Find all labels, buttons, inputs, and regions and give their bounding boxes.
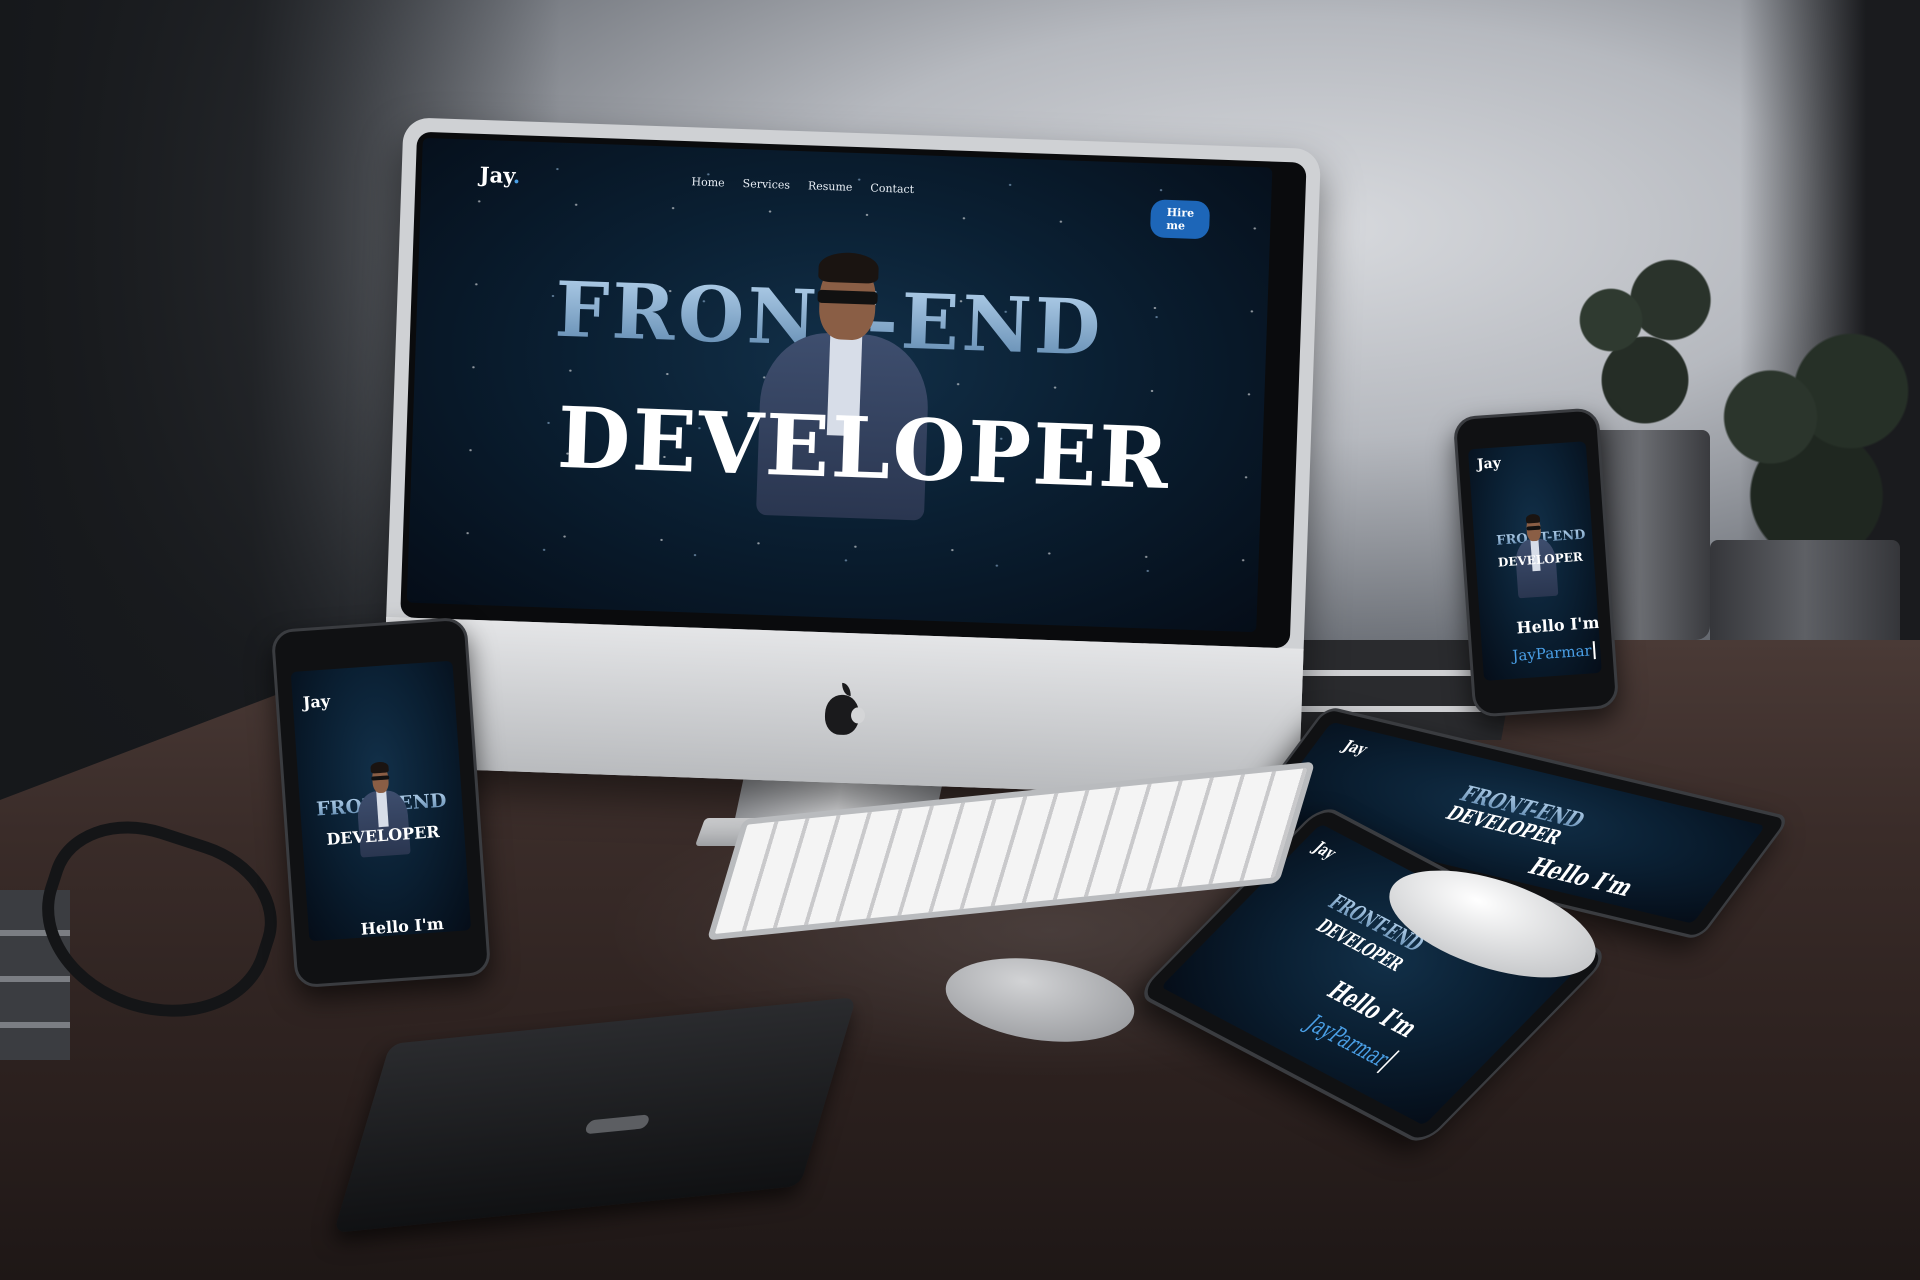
plant-right <box>1690 300 1920 560</box>
phone-left-greeting: Hello I'm <box>360 913 445 939</box>
hire-me-button[interactable]: Hire me <box>1149 199 1211 240</box>
site-logo[interactable]: Jay. <box>479 162 521 188</box>
nav-home[interactable]: Home <box>691 175 725 189</box>
nav-services[interactable]: Services <box>742 177 790 192</box>
phone-right-greeting: Hello I'm <box>1515 612 1600 638</box>
phone-right: Jay FRONT-END DEVELOPER Hello I'm JayPar… <box>1452 407 1620 718</box>
monitor-chin <box>380 616 1304 799</box>
phone-right-screen: Jay FRONT-END DEVELOPER Hello I'm JayPar… <box>1467 441 1602 681</box>
desktop-monitor: Jay. Home Services Resume Contact Hire m… <box>380 117 1322 799</box>
phone-left-logo[interactable]: Jay <box>302 691 330 712</box>
phone-right-name: JayParmar <box>1511 641 1597 665</box>
drive-indicator <box>584 1114 651 1135</box>
phone-right-logo[interactable]: Jay <box>1476 455 1501 473</box>
apple-logo-icon <box>824 694 860 736</box>
phone-front-logo[interactable]: Jay <box>1309 839 1341 863</box>
phone-left: Jay FRONT-END DEVELOPER Hello I'm <box>270 616 492 989</box>
nav-resume[interactable]: Resume <box>808 179 853 194</box>
nav-links: Home Services Resume Contact Hire me <box>691 175 1211 240</box>
monitor-screen: Jay. Home Services Resume Contact Hire m… <box>406 137 1273 633</box>
phone-left-screen: Jay FRONT-END DEVELOPER Hello I'm <box>290 660 472 942</box>
phone-left-headline-2: DEVELOPER <box>325 822 441 849</box>
tablet-logo[interactable]: Jay <box>1339 738 1371 759</box>
tablet-greeting: Hello I'm <box>1522 852 1640 902</box>
nav-contact[interactable]: Contact <box>870 182 914 197</box>
